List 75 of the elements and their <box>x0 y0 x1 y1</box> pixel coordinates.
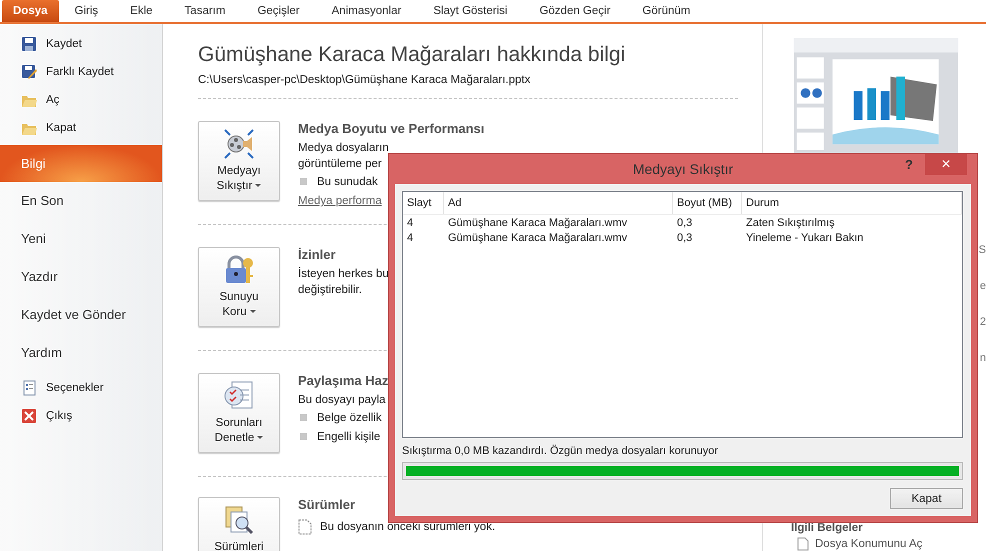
file-path: C:\Users\casper-pc\Desktop\Gümüşhane Karaca Mağaraları.pptx <box>198 74 532 86</box>
nav-item[interactable]: Yeni <box>0 220 162 258</box>
help-button[interactable]: ? <box>905 157 913 172</box>
documents-search-icon <box>223 504 255 536</box>
property-label: S <box>978 244 986 256</box>
section-heading: Sürümler <box>298 497 356 513</box>
bullet-text: Bu sunudak <box>317 174 378 190</box>
bullet-icon <box>300 414 307 421</box>
ribbon-tab[interactable]: Giriş <box>58 0 114 22</box>
action-button[interactable]: Sürümleri <box>198 497 280 551</box>
open-location-link[interactable]: Dosya Konumunu Aç <box>815 538 922 550</box>
action-button[interactable]: Sorunları Denetle <box>198 373 280 453</box>
film-speaker-icon <box>223 128 255 160</box>
document-title: Gümüşhane Karaca Mağaraları hakkında bilgi <box>198 42 626 68</box>
description-text: değiştirebilir. <box>298 283 363 298</box>
description-text: görüntüleme per <box>298 157 383 172</box>
ribbon-tab[interactable]: Tasarım <box>168 0 242 22</box>
action-button[interactable]: Sunuyu Koru <box>198 247 280 327</box>
ribbon-tab[interactable]: Geçişler <box>241 0 316 22</box>
column-header[interactable]: Durum <box>742 192 962 214</box>
nav-item[interactable]: Yazdır <box>0 258 162 296</box>
settings-link[interactable]: Medya performa <box>298 195 382 207</box>
table-cell-text: Zaten Sıkıştırılmış <box>745 216 836 231</box>
lock-key-icon <box>223 254 255 286</box>
column-header[interactable]: Boyut (MB) <box>673 192 742 214</box>
property-label: n <box>980 352 986 364</box>
ribbon-tab[interactable]: Animasyonlar <box>316 0 418 22</box>
nav-item[interactable]: Kapat <box>0 114 162 142</box>
save-icon <box>21 36 37 52</box>
section-heading: Medya Boyutu ve Performansı <box>298 121 484 137</box>
nav-item[interactable]: Kaydet <box>0 30 162 58</box>
caret-icon <box>255 184 262 188</box>
table-cell-text: 0,3 <box>676 231 694 246</box>
status-text: Sıkıştırma 0,0 MB kazandırdı. Özgün medya dosyaları korunuyor <box>402 444 720 459</box>
caret-icon <box>250 310 256 314</box>
bullet-icon <box>300 433 307 440</box>
description-text: Bu dosyayı payla <box>298 393 387 408</box>
nav-item[interactable]: Çıkış <box>0 402 162 430</box>
nav-item[interactable]: Farklı Kaydet <box>0 58 162 86</box>
dialog-title: Medyayı Sıkıştır <box>632 161 734 177</box>
bullet-icon <box>300 178 307 185</box>
nav-item[interactable]: Yardım <box>0 334 162 372</box>
nav-item[interactable]: En Son <box>0 182 162 220</box>
nav-item[interactable]: Aç <box>0 86 162 114</box>
document-icon <box>298 519 312 535</box>
section-heading: Paylaşıma Haz <box>298 373 388 389</box>
save-as-icon <box>21 64 37 80</box>
bullet-text: Engelli kişile <box>317 430 380 444</box>
description-text: Medya dosyaların <box>298 141 390 156</box>
property-label: 2 <box>980 316 986 328</box>
exit-icon <box>21 408 37 424</box>
ribbon-tab[interactable]: Dosya <box>2 0 59 22</box>
property-label: e <box>980 280 986 292</box>
table-cell-text: 4 <box>406 216 414 231</box>
bullet-text: Belge özellik <box>317 410 382 426</box>
table-cell-text: Gümüşhane Karaca Mağaraları.wmv <box>447 231 628 246</box>
ribbon-tab[interactable]: Slayt Gösterisi <box>417 0 524 22</box>
caret-icon <box>257 436 264 440</box>
nav-item[interactable]: Seçenekler <box>0 374 162 402</box>
nav-item[interactable]: Kaydet ve Gönder <box>0 296 162 334</box>
options-icon <box>21 380 37 396</box>
column-header[interactable]: Ad <box>444 192 673 214</box>
table-cell-text: 4 <box>406 231 414 246</box>
close-dialog-button[interactable]: Kapat <box>890 488 963 509</box>
table-cell-text: Yineleme - Yukarı Bakın <box>745 231 864 246</box>
section-heading: İzinler <box>298 247 337 263</box>
ribbon-tab[interactable]: Görünüm <box>626 0 706 22</box>
column-header[interactable]: Slayt <box>403 192 444 214</box>
table-cell-text: Gümüşhane Karaca Mağaraları.wmv <box>447 216 628 231</box>
table-cell-text: 0,3 <box>676 216 694 231</box>
description-text: İsteyen herkes bu <box>298 266 389 282</box>
action-button[interactable]: Medyayı Sıkıştır <box>198 121 280 201</box>
close-button[interactable]: × <box>925 154 967 175</box>
ribbon-tab[interactable]: Ekle <box>114 0 169 22</box>
ribbon-tab[interactable]: Gözden Geçir <box>523 0 626 22</box>
